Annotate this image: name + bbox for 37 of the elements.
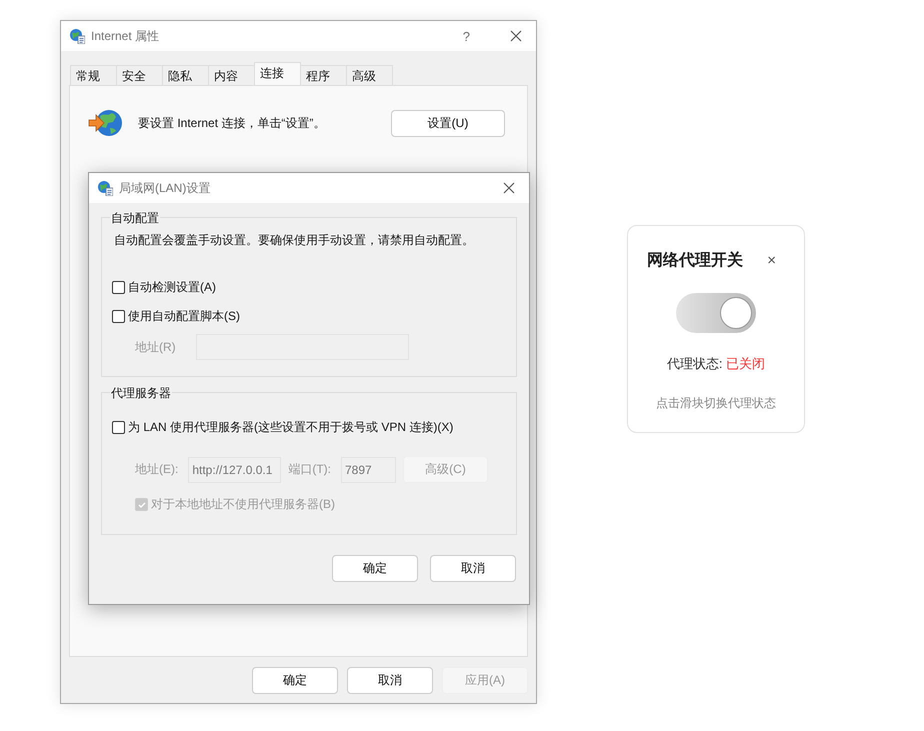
check-icon: [136, 500, 146, 510]
checkbox[interactable]: [112, 281, 125, 294]
globe-window-icon: [69, 28, 85, 44]
tab[interactable]: 高级: [346, 65, 393, 85]
group-title: 自动配置: [110, 210, 160, 227]
tab[interactable]: 常规: [70, 65, 117, 85]
checkbox-label: 自动检测设置(A): [128, 279, 216, 296]
close-icon[interactable]: [510, 30, 522, 42]
dialog-title: 局域网(LAN)设置: [119, 180, 212, 196]
close-icon[interactable]: [503, 182, 515, 194]
hint-text: 点击滑块切换代理状态: [656, 395, 776, 412]
instruction-text: 要设置 Internet 连接，单击“设置”。: [138, 114, 326, 132]
checkbox-label: 为 LAN 使用代理服务器(这些设置不用于拨号或 VPN 连接)(X): [128, 419, 454, 436]
group-title: 代理服务器: [110, 385, 172, 402]
close-button[interactable]: ×: [767, 252, 776, 269]
card-title: 网络代理开关: [647, 250, 744, 271]
description-text: 自动配置会覆盖手动设置。要确保使用手动设置，请禁用自动配置。: [114, 232, 475, 249]
tab[interactable]: 隐私: [162, 65, 209, 85]
field-label: 地址(E):: [135, 461, 178, 478]
settings-button[interactable]: 设置(U): [391, 110, 505, 136]
checkbox-label: 对于本地地址不使用代理服务器(B): [151, 496, 335, 513]
toggle-switch[interactable]: [676, 293, 756, 333]
help-button[interactable]: ?: [462, 28, 470, 44]
cancel-button[interactable]: 取消: [347, 667, 433, 694]
checkbox-label: 使用自动配置脚本(S): [128, 308, 240, 325]
status-text: 代理状态: 已关闭: [666, 355, 766, 373]
globe-window-icon: [97, 180, 113, 196]
tab[interactable]: 安全: [116, 65, 163, 85]
field-label: 地址(R): [135, 338, 176, 356]
ok-button[interactable]: 确定: [332, 555, 418, 582]
ok-button[interactable]: 确定: [252, 667, 338, 694]
cancel-button[interactable]: 取消: [430, 555, 516, 582]
globe-arrow-icon: [88, 108, 124, 138]
checkbox[interactable]: [112, 310, 125, 323]
field-label: 端口(T):: [288, 461, 331, 478]
window-title: Internet 属性: [91, 28, 160, 44]
tab[interactable]: 连接: [254, 62, 301, 85]
